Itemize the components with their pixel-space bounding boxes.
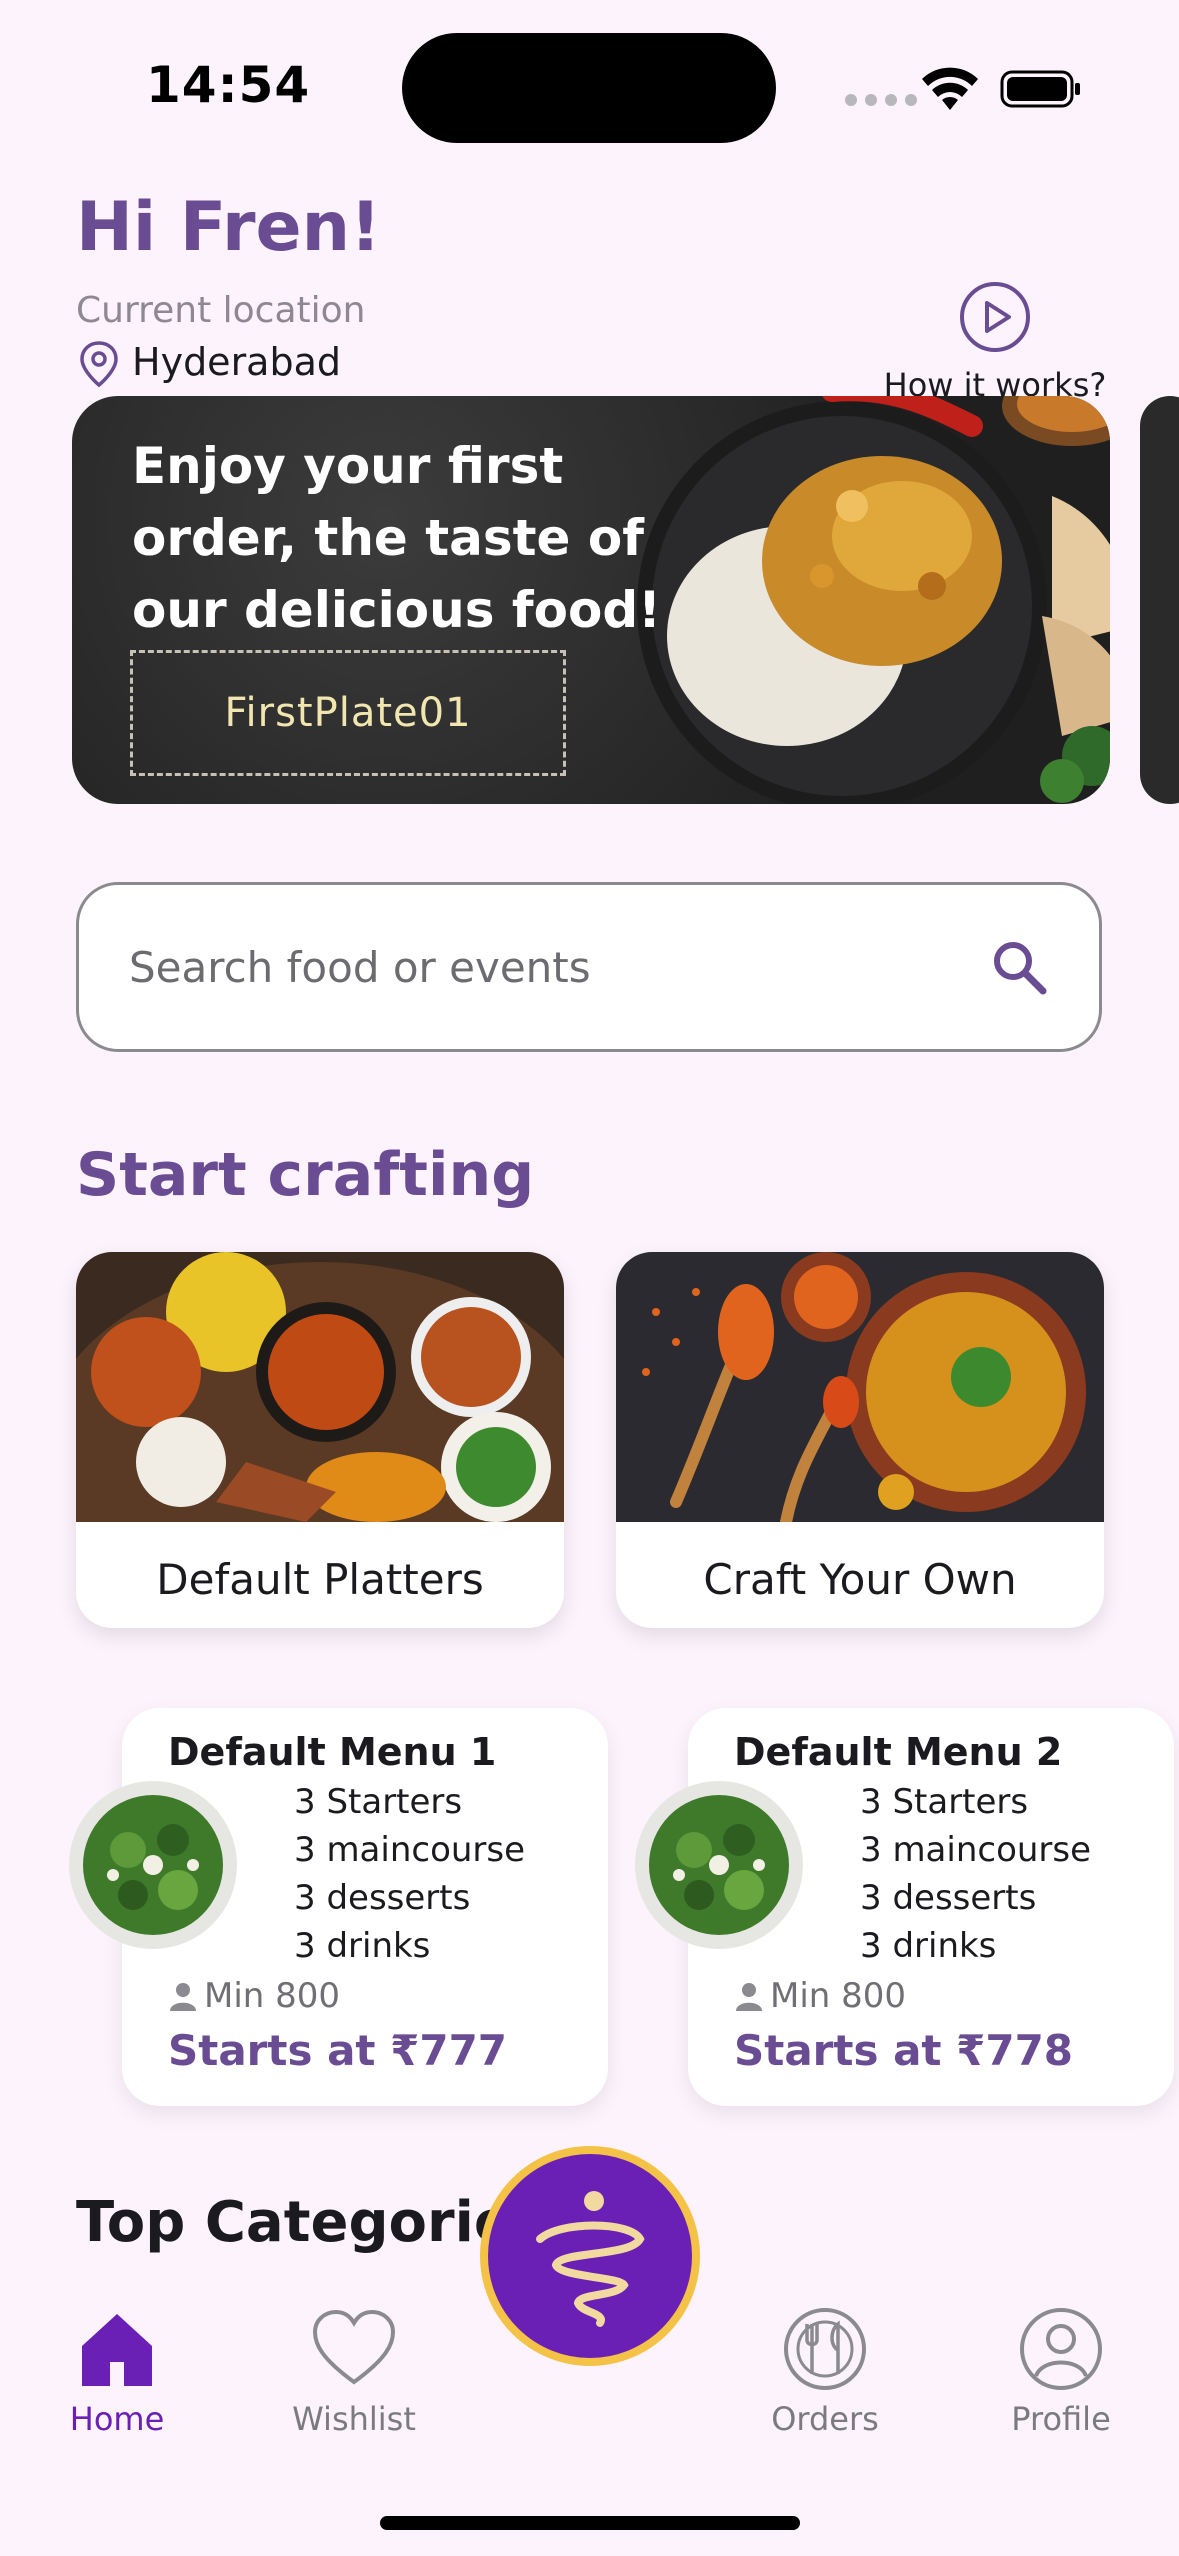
search-icon[interactable]: [989, 937, 1049, 997]
dynamic-island: [402, 33, 776, 143]
heart-icon: [312, 2309, 396, 2385]
location-value[interactable]: Hyderabad: [132, 340, 341, 384]
location-pin-icon: [80, 341, 118, 388]
home-indicator[interactable]: [380, 2516, 800, 2530]
battery-icon: [1000, 70, 1080, 108]
menu-price: Starts at ₹778: [734, 2026, 1074, 2075]
search-input[interactable]: [129, 942, 989, 992]
location-label: Current location: [76, 290, 366, 331]
play-circle-icon: [960, 282, 1030, 352]
craft-your-own-label: Craft Your Own: [703, 1554, 1017, 1604]
spices-image: [616, 1252, 1104, 1528]
menu-min-label: Min 800: [204, 1976, 341, 2016]
nav-profile[interactable]: Profile: [961, 2306, 1161, 2438]
status-time: 14:54: [146, 56, 311, 114]
salad-plate-image: [69, 1781, 237, 1949]
cellular-signal-icon: [845, 94, 917, 106]
default-platters-label: Default Platters: [156, 1554, 484, 1604]
menu-line: 3 Starters: [860, 1782, 1029, 1822]
cutlery-icon: [784, 2308, 866, 2390]
profile-icon: [1020, 2308, 1102, 2390]
menu-line: 3 drinks: [294, 1926, 431, 1966]
next-banner-peek[interactable]: [1140, 396, 1179, 804]
menu-line: 3 maincourse: [860, 1830, 1092, 1870]
wifi-icon: [922, 67, 978, 110]
menu-min-guests: Min 800: [734, 1976, 906, 2016]
nav-wishlist-label: Wishlist: [292, 2400, 416, 2438]
home-icon: [82, 2314, 152, 2386]
nav-profile-label: Profile: [1011, 2400, 1111, 2438]
nav-home-label: Home: [69, 2400, 165, 2438]
menu-min-label: Min 800: [770, 1976, 907, 2016]
salad-plate-image: [635, 1781, 803, 1949]
default-platters-card[interactable]: Default Platters: [76, 1252, 564, 1628]
nav-home[interactable]: Home: [17, 2306, 217, 2438]
menu-line: 3 desserts: [860, 1878, 1037, 1918]
search-bar[interactable]: [76, 882, 1102, 1052]
menu-min-guests: Min 800: [168, 1976, 340, 2016]
start-crafting-title: Start crafting: [76, 1140, 535, 1210]
menu-title: Default Menu 1: [168, 1730, 497, 1774]
menu-line: 3 maincourse: [294, 1830, 526, 1870]
banner-title: Enjoy your first order, the taste of our…: [132, 437, 661, 639]
person-icon: [736, 1983, 762, 2011]
menu-price: Starts at ₹777: [168, 2026, 508, 2075]
nav-orders-label: Orders: [771, 2400, 879, 2438]
menu-line: 3 desserts: [294, 1878, 471, 1918]
menu-line: 3 Starters: [294, 1782, 463, 1822]
greeting-title: Hi Fren!: [76, 188, 382, 267]
nav-orders[interactable]: Orders: [725, 2306, 925, 2438]
craft-your-own-card[interactable]: Craft Your Own: [616, 1252, 1104, 1628]
promo-banner[interactable]: Enjoy your first order, the taste of our…: [72, 396, 1110, 804]
top-categories-title: Top Categories: [76, 2190, 546, 2255]
menu-line: 3 drinks: [860, 1926, 997, 1966]
person-icon: [170, 1983, 196, 2011]
coupon-code[interactable]: FirstPlate01: [130, 650, 566, 776]
center-action-button[interactable]: [480, 2146, 700, 2366]
how-it-works-button[interactable]: How it works?: [880, 280, 1110, 404]
swirl-logo-icon: [536, 2191, 645, 2327]
banner-food-image: [637, 396, 1110, 804]
nav-wishlist[interactable]: Wishlist: [254, 2306, 454, 2438]
platter-image: [76, 1252, 564, 1628]
menu-title: Default Menu 2: [734, 1730, 1063, 1774]
